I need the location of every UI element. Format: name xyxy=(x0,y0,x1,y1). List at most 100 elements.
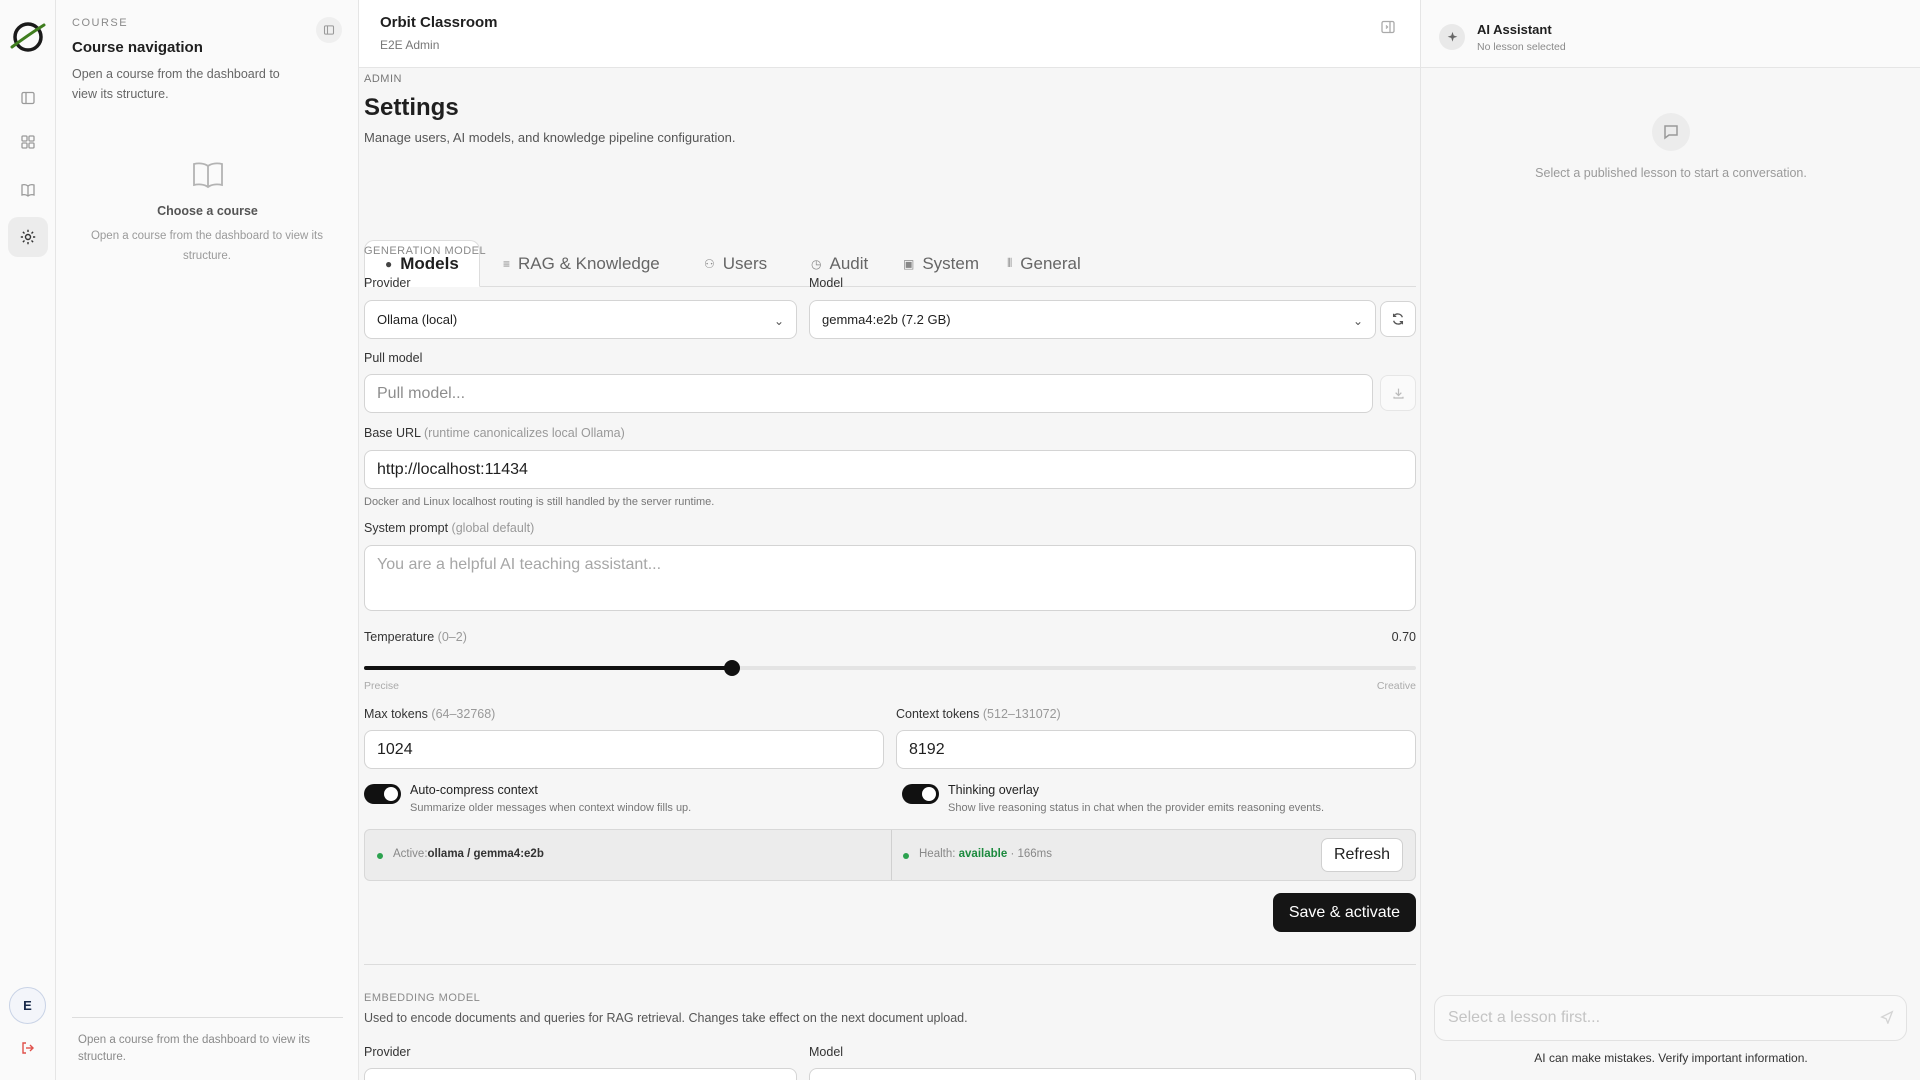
course-panel-footer: Open a course from the dashboard to view… xyxy=(72,1017,343,1066)
active-label: Active: xyxy=(393,848,428,860)
tab-label: General xyxy=(1020,253,1081,273)
model-status-box: Active:ollama / gemma4:e2b Health: avail… xyxy=(364,829,1416,881)
provider-select[interactable]: Ollama (local) ⌄ xyxy=(364,300,797,339)
base-url-helper: Docker and Linux localhost routing is st… xyxy=(364,496,715,508)
embedding-section-label: EMBEDDING MODEL xyxy=(364,992,481,1004)
temperature-min-label: Precise xyxy=(364,680,400,692)
refresh-icon xyxy=(1392,313,1404,325)
active-value: ollama / gemma4:e2b xyxy=(427,848,544,860)
sidebar-toggle-icon[interactable] xyxy=(8,78,48,118)
pull-model-input[interactable]: Pull model... xyxy=(364,374,1373,413)
base-url-input[interactable]: http://localhost:11434 xyxy=(364,450,1416,489)
thinking-overlay-toggle[interactable] xyxy=(902,784,939,804)
provider-label: Provider xyxy=(364,276,411,290)
system-prompt-textarea[interactable] xyxy=(364,545,1416,611)
collapse-panel-icon[interactable] xyxy=(316,17,342,43)
tab-label: Audit xyxy=(829,253,869,273)
avatar-initial: E xyxy=(23,998,32,1013)
page-eyebrow: ADMIN xyxy=(364,73,402,85)
send-icon[interactable] xyxy=(1880,1010,1896,1026)
assistant-empty-text: Select a published lesson to start a con… xyxy=(1535,166,1807,180)
max-tokens-input[interactable]: 1024 xyxy=(364,730,884,769)
ai-assistant-panel: AI Assistant No lesson selected Select a… xyxy=(1420,0,1920,1080)
tab-users[interactable]: ⚇ Users xyxy=(684,240,787,287)
logout-icon[interactable] xyxy=(16,1036,40,1060)
embedding-model-select[interactable] xyxy=(809,1068,1416,1080)
health-latency: · 166ms xyxy=(1010,848,1052,860)
dashboard-icon[interactable] xyxy=(8,122,48,162)
pull-model-button[interactable] xyxy=(1380,375,1416,411)
generation-section-label: GENERATION MODEL xyxy=(364,245,487,257)
assistant-chat-input[interactable]: Select a lesson first... xyxy=(1434,995,1907,1041)
chip-icon: ● xyxy=(385,256,393,271)
base-url-value: http://localhost:11434 xyxy=(377,460,528,478)
active-status-dot xyxy=(377,853,383,859)
choose-course-description: Open a course from the dashboard to view… xyxy=(90,230,324,262)
embedding-provider-select[interactable] xyxy=(364,1068,797,1080)
tab-label: Users xyxy=(722,253,768,273)
system-prompt-hint: (global default) xyxy=(451,521,535,535)
model-value: gemma4:e2b (7.2 GB) xyxy=(822,312,951,327)
save-activate-button[interactable]: Save & activate xyxy=(1272,893,1416,932)
max-tokens-label: Max tokens (64–32768) xyxy=(364,707,495,721)
pull-model-placeholder: Pull model... xyxy=(377,384,466,402)
status-divider xyxy=(891,830,892,880)
page-title: Settings xyxy=(364,94,459,121)
embedding-description: Used to encode documents and queries for… xyxy=(364,1011,968,1025)
assistant-title: AI Assistant xyxy=(1477,22,1552,37)
embedding-provider-label: Provider xyxy=(364,1045,411,1059)
clock-icon: ◷ xyxy=(811,256,822,271)
assistant-disclaimer: AI can make mistakes. Verify important i… xyxy=(1534,1051,1808,1065)
chat-bubble-icon xyxy=(1652,113,1690,151)
assistant-input-placeholder: Select a lesson first... xyxy=(1448,1009,1601,1026)
refresh-models-button[interactable] xyxy=(1380,301,1416,337)
tab-rag-knowledge[interactable]: ≡ RAG & Knowledge xyxy=(483,240,680,287)
model-label: Model xyxy=(809,276,844,290)
thinking-overlay-description: Show live reasoning status in chat when … xyxy=(948,802,1325,814)
assistant-header: AI Assistant No lesson selected xyxy=(1421,0,1920,68)
temperature-slider[interactable] xyxy=(364,660,1416,676)
main-content: Orbit Classroom E2E Admin ADMIN Settings… xyxy=(359,0,1420,1080)
tab-general[interactable]: ⦀ General xyxy=(987,240,1101,287)
system-prompt-label-text: System prompt xyxy=(364,521,449,535)
orbit-logo-icon[interactable] xyxy=(8,17,48,57)
provider-value: Ollama (local) xyxy=(377,312,458,327)
download-icon xyxy=(1392,388,1404,399)
active-model-status: Active:ollama / gemma4:e2b xyxy=(393,848,544,860)
context-tokens-input[interactable]: 8192 xyxy=(896,730,1416,769)
pull-model-label: Pull model xyxy=(364,351,423,365)
settings-icon[interactable] xyxy=(8,217,48,257)
auto-compress-title: Auto-compress context xyxy=(410,783,538,797)
sliders-icon: ⦀ xyxy=(1007,256,1013,270)
user-avatar[interactable]: E xyxy=(9,987,46,1024)
max-tokens-hint: (64–32768) xyxy=(431,707,496,721)
course-panel-title: Course navigation xyxy=(72,39,203,56)
course-eyebrow: COURSE xyxy=(72,17,129,29)
temperature-label-text: Temperature xyxy=(364,630,435,644)
model-select[interactable]: gemma4:e2b (7.2 GB) ⌄ xyxy=(809,300,1376,339)
context-tokens-hint: (512–131072) xyxy=(982,707,1061,721)
toggle-assistant-icon[interactable] xyxy=(1380,19,1398,37)
tab-label: System xyxy=(922,253,980,273)
course-panel-description: Open a course from the dashboard to view… xyxy=(72,67,280,101)
book-icon[interactable] xyxy=(8,170,48,210)
database-icon: ≡ xyxy=(503,256,511,271)
section-divider xyxy=(364,964,1416,965)
sparkle-icon xyxy=(1439,24,1465,50)
base-url-label: Base URL (runtime canonicalizes local Ol… xyxy=(364,426,625,440)
temperature-slider-thumb[interactable] xyxy=(724,660,741,676)
tab-system[interactable]: ▣ System xyxy=(883,240,999,287)
chevron-down-icon: ⌄ xyxy=(774,314,785,328)
embedding-model-label: Model xyxy=(809,1045,844,1059)
choose-course-title: Choose a course xyxy=(157,204,258,218)
health-status: Health: available · 166ms xyxy=(919,848,1052,860)
chevron-down-icon: ⌄ xyxy=(1353,314,1364,328)
refresh-health-button[interactable]: Refresh xyxy=(1320,838,1403,872)
health-label: Health: xyxy=(919,848,956,860)
temperature-label: Temperature (0–2) xyxy=(364,630,467,644)
health-value: available xyxy=(958,848,1008,860)
base-url-hint: (runtime canonicalizes local Ollama) xyxy=(424,426,625,440)
auto-compress-toggle[interactable] xyxy=(364,784,401,804)
health-status-dot xyxy=(903,853,909,859)
base-url-label-text: Base URL xyxy=(364,426,421,440)
